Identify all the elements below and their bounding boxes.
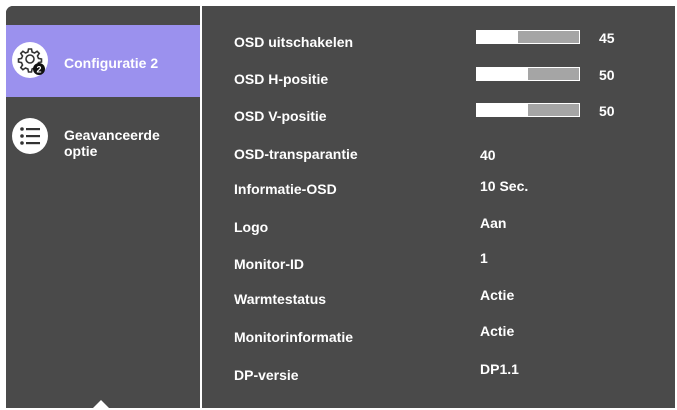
osd-v-positie-slider[interactable] — [476, 103, 580, 117]
setting-label: OSD H-positie — [234, 71, 329, 87]
setting-label: Logo — [234, 219, 269, 235]
slider-fill — [477, 31, 518, 43]
setting-value: Actie — [480, 287, 515, 303]
setting-row-dp-versie[interactable]: DP-versie DP1.1 — [6, 360, 675, 390]
setting-row-monitorinformatie[interactable]: Monitorinformatie Actie — [6, 322, 675, 352]
setting-label: DP-versie — [234, 367, 299, 383]
setting-row-informatie-osd[interactable]: Informatie-OSD 10 Sec. — [6, 174, 675, 204]
setting-value: Aan — [480, 215, 507, 231]
osd-h-positie-slider[interactable] — [476, 67, 580, 81]
setting-label: Informatie-OSD — [234, 181, 337, 197]
slider-value: 50 — [599, 67, 615, 83]
setting-label: Monitor-ID — [234, 256, 304, 272]
setting-row-monitor-id[interactable]: Monitor-ID 1 — [6, 249, 675, 279]
setting-label: OSD uitschakelen — [234, 34, 354, 50]
setting-label: OSD V-positie — [234, 108, 327, 124]
setting-value: 40 — [480, 147, 496, 163]
osd-menu: 2 Configuratie 2 Geavanceerde optie OSD … — [6, 6, 675, 408]
setting-row-warmtestatus[interactable]: Warmtestatus Actie — [6, 284, 675, 314]
caret-up-icon — [92, 400, 110, 408]
setting-label: Monitorinformatie — [234, 329, 353, 345]
setting-value: DP1.1 — [480, 361, 519, 377]
setting-value: 10 Sec. — [480, 178, 529, 194]
slider-fill — [477, 104, 528, 116]
slider-value: 50 — [599, 103, 615, 119]
setting-label: Warmtestatus — [234, 291, 327, 307]
setting-value: 1 — [480, 250, 488, 266]
slider-fill — [477, 68, 528, 80]
setting-row-osd-transparantie[interactable]: OSD-transparantie 40 — [6, 139, 675, 169]
slider-value: 45 — [599, 30, 615, 46]
setting-row-logo[interactable]: Logo Aan — [6, 212, 675, 242]
osd-uitschakelen-slider[interactable] — [476, 30, 580, 44]
setting-value: Actie — [480, 323, 515, 339]
setting-label: OSD-transparantie — [234, 146, 358, 162]
